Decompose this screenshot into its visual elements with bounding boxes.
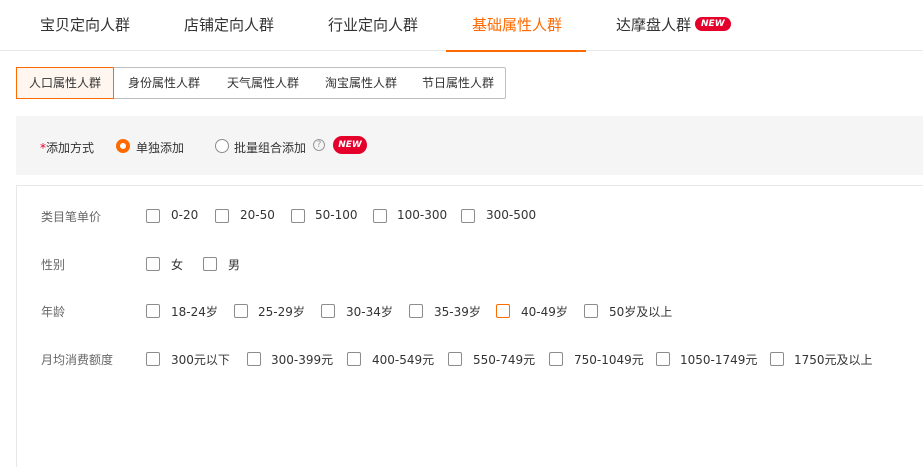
checkbox-label[interactable]: 25-29岁: [258, 303, 305, 320]
checkbox-label[interactable]: 18-24岁: [171, 303, 218, 320]
checkbox-label[interactable]: 男: [228, 256, 240, 273]
tab-label: 基础属性人群: [472, 16, 563, 34]
tab-label: 达摩盘人群: [616, 16, 692, 34]
checkbox-label[interactable]: 40-49岁: [521, 303, 568, 320]
checkbox-spend-0[interactable]: [146, 352, 160, 366]
checkbox-spend-6[interactable]: [770, 352, 784, 366]
checkbox-spend-5[interactable]: [656, 352, 670, 366]
checkbox-age-30-34[interactable]: [321, 304, 335, 318]
row-label-monthly-spend: 月均消费额度: [41, 353, 114, 367]
subtab-label: 人口属性人群: [28, 76, 101, 90]
checkbox-spend-4[interactable]: [549, 352, 563, 366]
row-label-age: 年龄: [41, 305, 66, 319]
sub-tab-group: 人口属性人群 身份属性人群 天气属性人群 淘宝属性人群 节日属性人群: [16, 67, 506, 99]
attribute-panel: 类目笔单价 0-20 20-50 50-100 100-300 300-500 …: [16, 185, 923, 467]
checkbox-age-50-plus[interactable]: [584, 304, 598, 318]
add-method-text: 添加方式: [46, 141, 95, 155]
add-method-bar: *添加方式 单独添加 批量组合添加 ? NEW: [16, 116, 923, 175]
checkbox-label[interactable]: 300-500: [486, 208, 536, 222]
checkbox-label[interactable]: 1050-1749元: [680, 351, 757, 368]
subtab-taobao[interactable]: 淘宝属性人群: [312, 68, 410, 98]
checkbox-spend-3[interactable]: [448, 352, 462, 366]
tab-label: 行业定向人群: [328, 16, 419, 34]
checkbox-label[interactable]: 100-300: [397, 208, 447, 222]
checkbox-gender-female[interactable]: [146, 257, 160, 271]
subtab-label: 节日属性人群: [421, 76, 494, 90]
checkbox-price-0-20[interactable]: [146, 209, 160, 223]
checkbox-label[interactable]: 30-34岁: [346, 303, 393, 320]
checkbox-spend-2[interactable]: [347, 352, 361, 366]
checkbox-price-100-300[interactable]: [373, 209, 387, 223]
subtab-identity[interactable]: 身份属性人群: [114, 68, 214, 98]
row-label-gender: 性别: [41, 258, 66, 272]
radio-batch-add-label[interactable]: 批量组合添加: [234, 139, 306, 156]
subtab-label: 身份属性人群: [127, 76, 200, 90]
checkbox-spend-1[interactable]: [247, 352, 261, 366]
tab-label: 宝贝定向人群: [40, 16, 131, 34]
tab-industry-targeting[interactable]: 行业定向人群: [328, 0, 418, 51]
checkbox-label[interactable]: 20-50: [240, 208, 275, 222]
checkbox-age-18-24[interactable]: [146, 304, 160, 318]
tab-label: 店铺定向人群: [184, 16, 275, 34]
top-tab-bar: 宝贝定向人群 店铺定向人群 行业定向人群 基础属性人群 达摩盘人群 NEW: [0, 0, 923, 52]
new-badge: NEW: [695, 16, 731, 31]
checkbox-label[interactable]: 50岁及以上: [609, 303, 672, 320]
checkbox-price-50-100[interactable]: [291, 209, 305, 223]
checkbox-age-25-29[interactable]: [234, 304, 248, 318]
new-badge: NEW: [333, 136, 367, 154]
checkbox-label[interactable]: 1750元及以上: [794, 351, 873, 368]
subtab-demographic[interactable]: 人口属性人群: [16, 67, 114, 99]
checkbox-label[interactable]: 750-1049元: [574, 351, 644, 368]
checkbox-label[interactable]: 50-100: [315, 208, 358, 222]
tab-item-targeting[interactable]: 宝贝定向人群: [40, 0, 130, 51]
checkbox-label[interactable]: 35-39岁: [434, 303, 481, 320]
radio-single-add-label[interactable]: 单独添加: [136, 139, 184, 156]
tab-basic-attributes[interactable]: 基础属性人群: [445, 0, 587, 52]
subtab-weather[interactable]: 天气属性人群: [214, 68, 312, 98]
checkbox-label[interactable]: 550-749元: [473, 351, 535, 368]
subtab-label: 天气属性人群: [226, 76, 299, 90]
checkbox-label[interactable]: 0-20: [171, 208, 198, 222]
row-label-price: 类目笔单价: [41, 210, 102, 224]
radio-batch-add[interactable]: [215, 139, 229, 153]
tab-damopan[interactable]: 达摩盘人群 NEW: [616, 0, 731, 51]
checkbox-label[interactable]: 400-549元: [372, 351, 434, 368]
checkbox-label[interactable]: 300元以下: [171, 351, 230, 368]
add-method-label: *添加方式: [40, 139, 94, 156]
help-icon[interactable]: ?: [313, 139, 325, 151]
subtab-label: 淘宝属性人群: [324, 76, 397, 90]
checkbox-label[interactable]: 女: [171, 256, 183, 273]
radio-single-add[interactable]: [116, 139, 130, 153]
checkbox-label[interactable]: 300-399元: [271, 351, 333, 368]
subtab-holiday[interactable]: 节日属性人群: [410, 68, 506, 98]
checkbox-price-300-500[interactable]: [461, 209, 475, 223]
tab-shop-targeting[interactable]: 店铺定向人群: [184, 0, 274, 51]
checkbox-gender-male[interactable]: [203, 257, 217, 271]
checkbox-age-35-39[interactable]: [409, 304, 423, 318]
checkbox-price-20-50[interactable]: [215, 209, 229, 223]
checkbox-age-40-49[interactable]: [496, 304, 510, 318]
